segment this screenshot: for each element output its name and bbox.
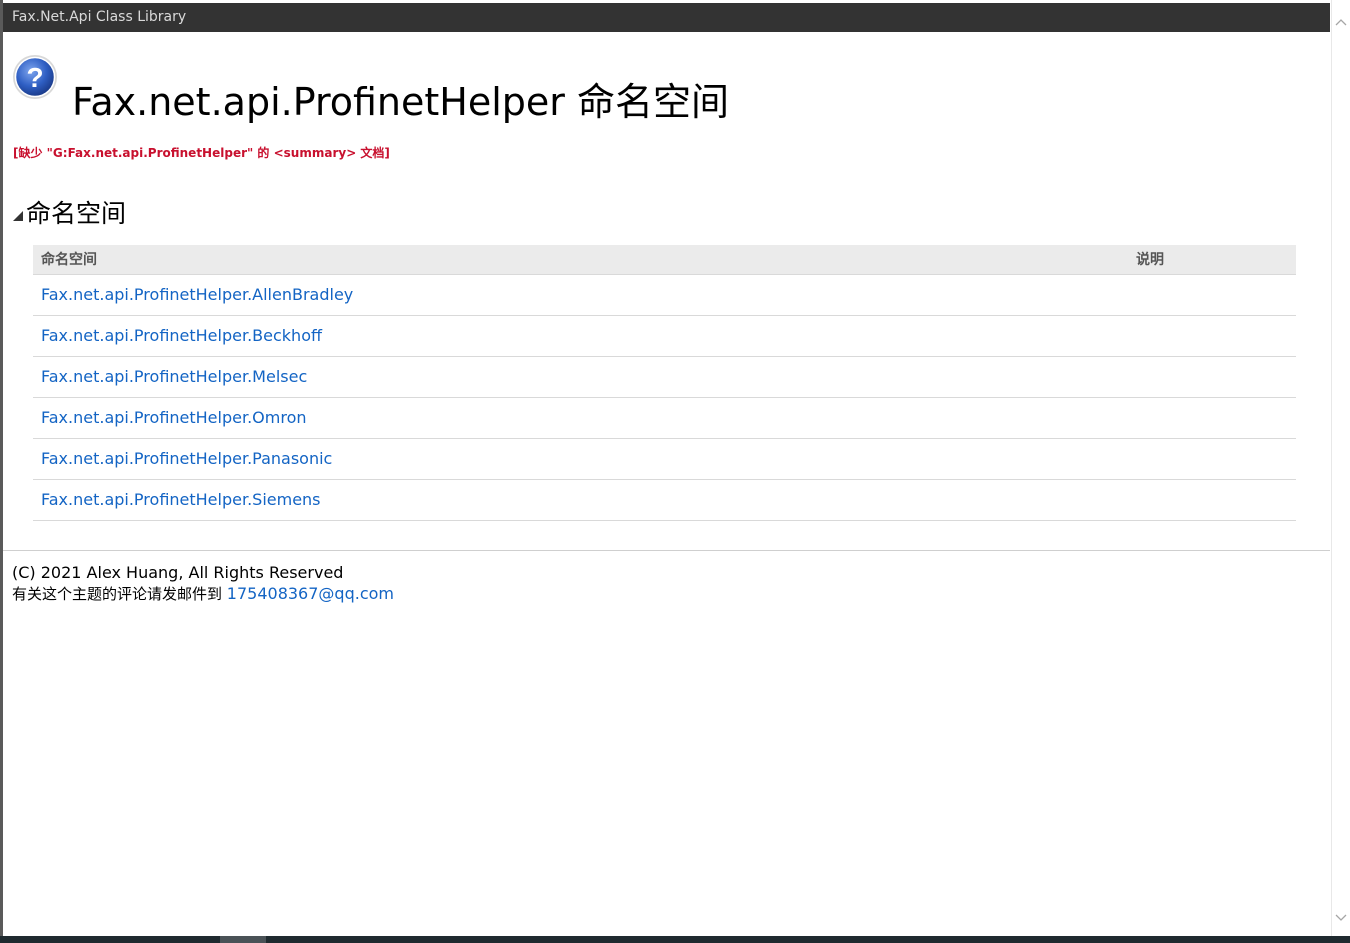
footer-feedback-text: 有关这个主题的评论请发邮件到: [12, 585, 223, 603]
table-row: Fax.net.api.ProfinetHelper.Omron: [33, 397, 1296, 439]
help-question-icon: ?: [12, 54, 58, 100]
missing-summary-notice: [缺少 "G:Fax.net.api.ProfinetHelper" 的 <su…: [13, 146, 390, 160]
help-viewer-window: Fax.Net.Api Class Library ? Fax.net.api.…: [0, 0, 1350, 943]
table-row: Fax.net.api.ProfinetHelper.Beckhoff: [33, 315, 1296, 357]
window-left-border: [0, 0, 3, 936]
namespace-cell: Fax.net.api.ProfinetHelper.Siemens: [33, 479, 1136, 521]
table-row: Fax.net.api.ProfinetHelper.Siemens: [33, 479, 1296, 521]
footer-copyright: (C) 2021 Alex Huang, All Rights Reserved: [12, 563, 344, 582]
table-row: Fax.net.api.ProfinetHelper.Panasonic: [33, 438, 1296, 480]
namespace-cell: Fax.net.api.ProfinetHelper.Panasonic: [33, 438, 1136, 480]
taskbar: [0, 936, 1350, 943]
namespace-cell: Fax.net.api.ProfinetHelper.Beckhoff: [33, 315, 1136, 357]
description-cell: [1136, 438, 1296, 480]
namespace-link-beckhoff[interactable]: Fax.net.api.ProfinetHelper.Beckhoff: [41, 326, 322, 345]
namespace-link-allenbradley[interactable]: Fax.net.api.ProfinetHelper.AllenBradley: [41, 285, 353, 304]
scroll-down-icon[interactable]: [1335, 912, 1347, 924]
title-bar: Fax.Net.Api Class Library: [3, 3, 1330, 32]
table-header-row: 命名空间 说明: [33, 245, 1296, 275]
namespace-cell: Fax.net.api.ProfinetHelper.Omron: [33, 397, 1136, 439]
description-cell: [1136, 479, 1296, 521]
table-row: Fax.net.api.ProfinetHelper.AllenBradley: [33, 274, 1296, 316]
footer-divider: [3, 550, 1330, 551]
window-title: Fax.Net.Api Class Library: [12, 9, 187, 25]
feedback-email-link[interactable]: 175408367@qq.com: [227, 584, 394, 603]
taskbar-active-item[interactable]: [220, 936, 266, 943]
page-title: Fax.net.api.ProfinetHelper 命名空间: [72, 80, 730, 125]
collapse-triangle-icon[interactable]: [13, 211, 23, 221]
description-cell: [1136, 274, 1296, 316]
description-cell: [1136, 315, 1296, 357]
description-cell: [1136, 356, 1296, 398]
vertical-scrollbar[interactable]: [1331, 0, 1350, 936]
column-header-description: 说明: [1136, 245, 1296, 275]
namespace-cell: Fax.net.api.ProfinetHelper.AllenBradley: [33, 274, 1136, 316]
scroll-up-icon[interactable]: [1335, 16, 1347, 28]
namespace-cell: Fax.net.api.ProfinetHelper.Melsec: [33, 356, 1136, 398]
section-heading-label: 命名空间: [26, 199, 127, 228]
table-row: Fax.net.api.ProfinetHelper.Melsec: [33, 356, 1296, 398]
svg-text:?: ?: [26, 62, 43, 93]
namespace-link-omron[interactable]: Fax.net.api.ProfinetHelper.Omron: [41, 408, 307, 427]
description-cell: [1136, 397, 1296, 439]
namespace-link-siemens[interactable]: Fax.net.api.ProfinetHelper.Siemens: [41, 490, 321, 509]
namespace-table: 命名空间 说明 Fax.net.api.ProfinetHelper.Allen…: [33, 245, 1296, 521]
namespace-link-melsec[interactable]: Fax.net.api.ProfinetHelper.Melsec: [41, 367, 307, 386]
footer-feedback: 有关这个主题的评论请发邮件到 175408367@qq.com: [12, 583, 394, 604]
namespace-link-panasonic[interactable]: Fax.net.api.ProfinetHelper.Panasonic: [41, 449, 332, 468]
column-header-namespace: 命名空间: [33, 245, 1136, 275]
section-heading-namespaces[interactable]: 命名空间: [13, 194, 126, 230]
